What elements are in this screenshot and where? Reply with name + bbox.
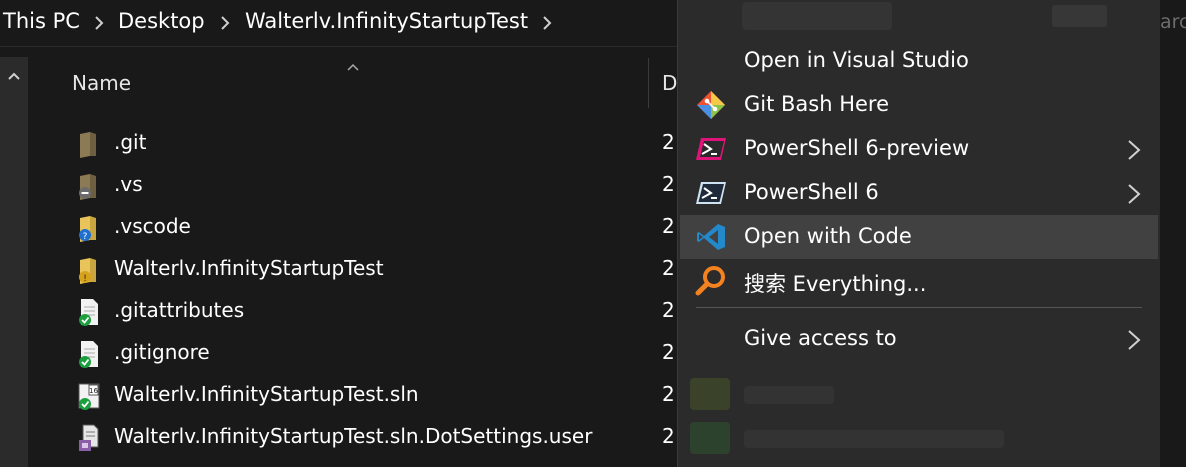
- file-name: .git: [114, 130, 147, 154]
- chevron-right-icon[interactable]: [218, 13, 232, 33]
- chevron-right-icon[interactable]: [92, 13, 106, 33]
- file-name: .gitattributes: [114, 298, 245, 322]
- file-name: Walterlv.InfinityStartupTest.sln.DotSett…: [114, 424, 593, 448]
- powershell-icon: [695, 177, 727, 209]
- everything-search-icon: [695, 265, 727, 297]
- file-synced-icon: [76, 339, 102, 369]
- menu-separator: [696, 307, 1142, 308]
- blurred-menu-icon: [690, 422, 730, 454]
- file-row[interactable]: ? .vscode 2: [70, 209, 675, 247]
- file-date: 2: [662, 382, 675, 406]
- menu-item-label: PowerShell 6: [744, 180, 879, 204]
- blurred-menu-item: [744, 430, 1004, 448]
- submenu-chevron-icon: [1126, 328, 1142, 356]
- menu-item-give-access-to[interactable]: Give access to: [680, 317, 1158, 361]
- file-row[interactable]: .gitignore 2: [70, 335, 675, 373]
- menu-item-everything-search[interactable]: 搜索 Everything...: [680, 259, 1158, 303]
- folder-icon: [76, 129, 102, 159]
- background-window-edge: [1160, 0, 1186, 467]
- file-row[interactable]: .gitattributes 2: [70, 293, 675, 331]
- menu-item-label: PowerShell 6-preview: [744, 136, 970, 160]
- file-row[interactable]: .vs 2: [70, 167, 675, 205]
- column-divider[interactable]: [648, 58, 649, 108]
- menu-item-open-with-code[interactable]: Open with Code: [680, 215, 1158, 259]
- svg-text:?: ?: [83, 232, 88, 242]
- folder-modified-icon: !: [76, 255, 102, 285]
- search-box-hint[interactable]: arc: [1160, 11, 1186, 33]
- breadcrumb-this-pc[interactable]: This PC: [3, 9, 80, 33]
- file-name: .vs: [114, 172, 143, 196]
- menu-item-label: Give access to: [744, 326, 897, 350]
- breadcrumb-current-folder[interactable]: Walterlv.InfinityStartupTest: [245, 9, 528, 33]
- blurred-shortcut: [1052, 5, 1107, 27]
- menu-item-powershell-6-preview[interactable]: PowerShell 6-preview: [680, 127, 1158, 171]
- git-icon: [695, 89, 727, 121]
- file-row[interactable]: 16 Walterlv.InfinityStartupTest.sln 2: [70, 377, 675, 415]
- file-date: 2: [662, 172, 675, 196]
- submenu-chevron-icon: [1126, 182, 1142, 210]
- vs-solution-icon: 16: [76, 381, 102, 411]
- menu-item-open-in-visual-studio[interactable]: Open in Visual Studio: [680, 39, 1158, 83]
- folder-ignored-icon: [76, 171, 102, 201]
- chevron-right-icon[interactable]: [540, 13, 554, 33]
- menu-item-label: Open with Code: [744, 224, 912, 248]
- file-date: 2: [662, 340, 675, 364]
- svg-text:16: 16: [89, 387, 98, 395]
- file-date: 2: [662, 298, 675, 322]
- file-date: 2: [662, 424, 675, 448]
- file-row[interactable]: ! Walterlv.InfinityStartupTest 2: [70, 251, 675, 289]
- folder-unknown-icon: ?: [76, 213, 102, 243]
- sort-ascending-icon: [346, 57, 360, 76]
- file-date: 2: [662, 214, 675, 238]
- file-synced-icon: [76, 297, 102, 327]
- file-date: 2: [662, 130, 675, 154]
- menu-item-powershell-6[interactable]: PowerShell 6: [680, 171, 1158, 215]
- blurred-menu-icon: [690, 378, 730, 410]
- navigation-pane-scrollbar[interactable]: [0, 57, 28, 467]
- powershell-preview-icon: [695, 133, 727, 165]
- menu-item-label: 搜索 Everything...: [744, 272, 927, 296]
- menu-item-label: Open in Visual Studio: [744, 48, 969, 72]
- menu-item-label: Git Bash Here: [744, 92, 890, 116]
- column-header-date[interactable]: D: [662, 71, 677, 95]
- file-name: .gitignore: [114, 340, 210, 364]
- column-header-name[interactable]: Name: [72, 71, 131, 95]
- blurred-menu-item: [742, 2, 892, 30]
- submenu-chevron-icon: [1126, 138, 1142, 166]
- file-row[interactable]: Walterlv.InfinityStartupTest.sln.DotSett…: [70, 419, 675, 457]
- vscode-icon: [695, 221, 727, 253]
- file-name: .vscode: [114, 214, 191, 238]
- svg-text:!: !: [83, 274, 87, 284]
- blurred-menu-item: [744, 386, 834, 404]
- menu-item-git-bash-here[interactable]: Git Bash Here: [680, 83, 1158, 127]
- file-name: Walterlv.InfinityStartupTest: [114, 256, 384, 280]
- file-date: 2: [662, 256, 675, 280]
- settings-file-icon: [76, 423, 102, 453]
- file-row[interactable]: .git 2: [70, 125, 675, 163]
- breadcrumb-desktop[interactable]: Desktop: [118, 9, 205, 33]
- scroll-up-icon[interactable]: [7, 66, 21, 85]
- file-name: Walterlv.InfinityStartupTest.sln: [114, 382, 419, 406]
